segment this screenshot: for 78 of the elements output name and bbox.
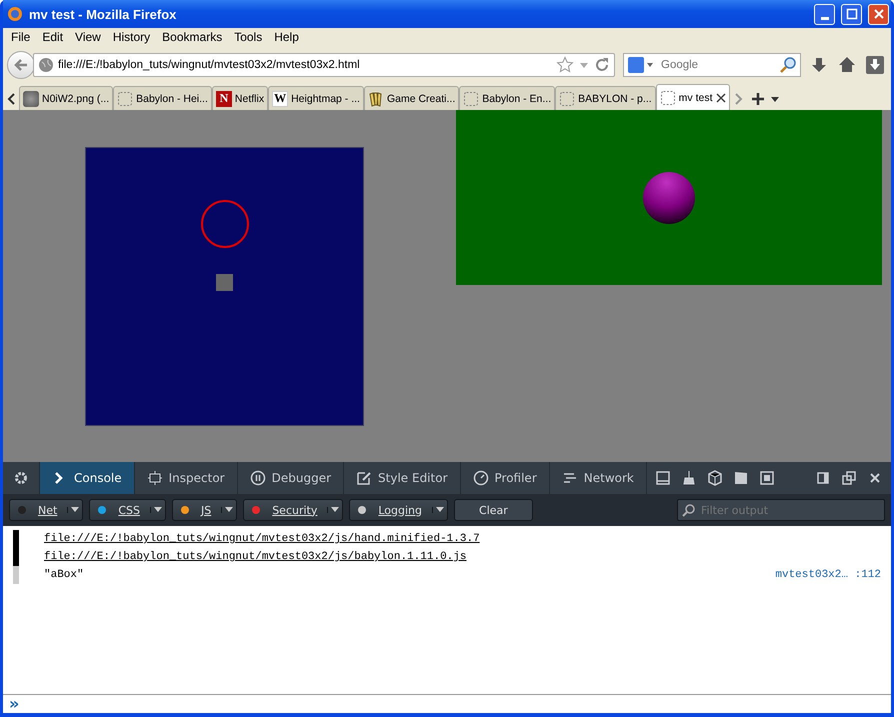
browser-tab[interactable]: BABYLON - p... (555, 86, 656, 110)
filter-button[interactable]: Logging (349, 499, 448, 521)
browser-tab[interactable]: Game Creati... (364, 86, 460, 110)
minimize-icon (820, 16, 828, 20)
maximize-button[interactable] (841, 4, 862, 24)
dropdown-arrow-icon (436, 507, 444, 513)
browser-tab[interactable]: Babylon - Hei... (113, 86, 212, 110)
menu-item[interactable]: Bookmarks (156, 30, 228, 44)
dropdown-arrow-icon (331, 507, 340, 513)
dock-side-icon[interactable] (815, 470, 831, 486)
menu-item[interactable]: File (5, 30, 36, 44)
globe-icon (38, 57, 54, 73)
separate-window-icon[interactable] (841, 470, 857, 486)
search-engine-icon[interactable] (627, 56, 655, 74)
close-tab-icon[interactable] (716, 92, 726, 102)
star-icon[interactable] (556, 56, 574, 74)
page-icon (117, 90, 134, 106)
browser-tab[interactable]: W Heightmap - ... (268, 86, 364, 110)
filter-button[interactable]: Net (9, 499, 84, 521)
frame-icon[interactable] (758, 470, 775, 486)
filter-button[interactable]: Security (243, 499, 344, 521)
settings-icon (13, 470, 29, 486)
menu-item[interactable]: Tools (228, 30, 268, 44)
script-link[interactable]: file:///E:/!babylon_tuts/wingnut/mvtest03x2/js/babylon.1.11.0.js (44, 551, 891, 563)
page-icon (559, 90, 576, 106)
menu-item[interactable]: Help (268, 30, 305, 44)
filter-button[interactable]: JS (172, 499, 238, 521)
filter-input[interactable]: Filter output (699, 502, 880, 518)
minimize-button[interactable] (814, 4, 835, 24)
gauge-icon (472, 470, 488, 486)
address-bar[interactable]: file:///E:/!babylon_tuts/wingnut/mvtest03x2/mvtest03x2.html (33, 53, 615, 77)
inspector-icon (146, 470, 163, 486)
sphere-icon (642, 170, 696, 224)
dropdown-arrow-icon (154, 507, 162, 513)
console-input[interactable]: » (3, 694, 891, 713)
filter-button[interactable]: CSS (89, 499, 166, 521)
letter-logo-icon: N (216, 90, 232, 106)
browser-tab[interactable]: N0iW2.png (... (19, 86, 114, 110)
download-box-icon[interactable] (865, 55, 885, 75)
log-message: "aBox" (44, 569, 85, 581)
letter-logo-icon: W (272, 90, 288, 106)
browser-tab[interactable]: N Netflix (212, 86, 268, 110)
pencil-icon (356, 470, 372, 486)
reload-icon[interactable] (594, 57, 610, 73)
dropdown-arrow-icon (71, 507, 80, 513)
page-icon (660, 90, 676, 106)
filter-field[interactable]: Filter output (677, 499, 885, 521)
close-icon (872, 8, 884, 20)
back-arrow-icon (13, 57, 29, 73)
cube-icon[interactable] (706, 470, 723, 486)
close-button[interactable] (868, 4, 889, 24)
pause-icon (250, 470, 266, 486)
broom-icon[interactable] (680, 470, 697, 486)
image-thumbnail-icon (23, 90, 39, 106)
small-square (216, 274, 233, 291)
maximize-icon (846, 8, 858, 20)
books-icon (368, 90, 384, 106)
prompt-symbol: » (9, 696, 20, 712)
search-field[interactable]: Google (623, 53, 801, 77)
console-split-icon[interactable] (654, 470, 671, 486)
ring-icon (200, 200, 250, 250)
page-icon (463, 90, 480, 106)
browser-logo-icon (7, 6, 23, 22)
script-link[interactable]: file:///E:/!babylon_tuts/wingnut/mvtest03x2/js/hand.minified-1.3.7 (44, 533, 891, 545)
menu-item[interactable]: History (106, 30, 156, 44)
browser-tab[interactable]: mv test (656, 84, 730, 110)
menu-item[interactable]: Edit (36, 30, 70, 44)
devtools-tab[interactable]: Console (40, 462, 135, 494)
home-icon[interactable] (837, 55, 857, 75)
search-icon[interactable] (779, 56, 797, 74)
dropdown-arrow-icon (225, 507, 234, 513)
menu-item[interactable]: View (69, 30, 107, 44)
source-link[interactable]: mvtest03x2… :112 (775, 569, 881, 581)
search-icon (682, 503, 696, 517)
browser-tab[interactable]: Babylon - En... (459, 86, 556, 110)
back-button[interactable] (7, 51, 35, 79)
window-title: mv test - Mozilla Firefox (29, 6, 178, 22)
clear-button[interactable]: Clear (454, 499, 533, 521)
